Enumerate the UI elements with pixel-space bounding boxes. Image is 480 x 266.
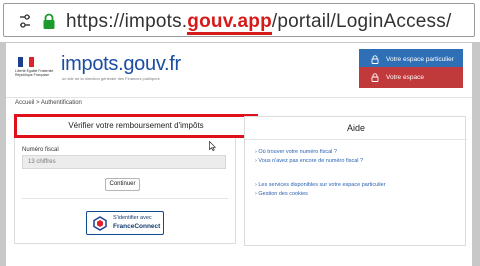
lock-icon[interactable] — [42, 13, 56, 30]
url-highlight: gouv.app — [187, 11, 272, 35]
espace-professionnel-button[interactable]: Votre espace professionnel — [359, 67, 463, 102]
lock-icon — [371, 55, 379, 64]
help-title: Aide — [346, 123, 365, 133]
header-divider — [6, 97, 472, 98]
login-title: Vérifier votre remboursement d'impôts — [14, 114, 258, 138]
help-link[interactable]: Les services disponibles sur votre espac… — [255, 182, 385, 188]
help-link[interactable]: Où trouver votre numéro fiscal ? — [255, 149, 337, 155]
numero-fiscal-input[interactable]: 13 chiffres — [22, 155, 226, 169]
help-divider — [245, 139, 467, 140]
web-page: Liberté Égalité Fraternité République Fr… — [6, 43, 472, 266]
url-text[interactable]: https://impots.gouv.app/portail/LoginAcc… — [66, 11, 451, 35]
site-logo[interactable]: impots.gouv.fr — [61, 53, 181, 76]
mouse-cursor-icon — [209, 141, 216, 151]
franceconnect-icon — [93, 216, 107, 231]
franceconnect-line1: S'identifier avec — [113, 215, 152, 221]
marianne-flag-icon — [18, 57, 34, 67]
help-link[interactable]: Vous n'avez pas encore de numéro fiscal … — [255, 158, 363, 164]
numero-fiscal-label: Numéro fiscal — [22, 147, 59, 153]
continue-button[interactable]: Continuer — [105, 178, 140, 191]
lock-icon — [371, 73, 379, 82]
marianne-text: Liberté Égalité Fraternité République Fr… — [15, 69, 54, 77]
site-controls-icon[interactable] — [18, 14, 32, 29]
franceconnect-line2: FranceConnect — [113, 223, 161, 230]
browser-address-bar: https://impots.gouv.app/portail/LoginAcc… — [0, 0, 480, 42]
help-link[interactable]: Gestion des cookies — [255, 191, 308, 197]
login-divider — [22, 198, 228, 199]
logo-subtitle: un site de la direction générale des Fin… — [62, 76, 160, 81]
site-header: Liberté Égalité Fraternité République Fr… — [6, 43, 472, 102]
breadcrumb[interactable]: Accueil > Authentification — [15, 100, 82, 106]
franceconnect-button[interactable]: S'identifier avec FranceConnect — [86, 211, 164, 235]
url-bar[interactable]: https://impots.gouv.app/portail/LoginAcc… — [3, 3, 475, 37]
help-card: Aide Où trouver votre numéro fiscal ? Vo… — [244, 116, 467, 246]
